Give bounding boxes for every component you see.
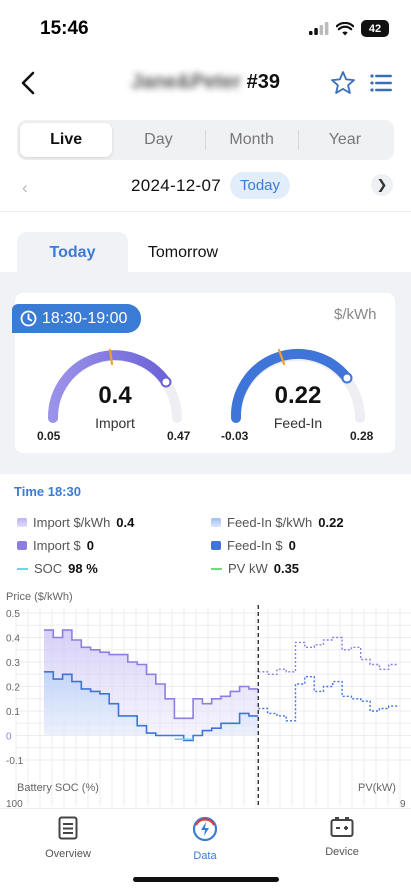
home-indicator (133, 877, 279, 882)
legend-import-rate: Import $/kWh 0.4 (17, 515, 134, 530)
nav-data[interactable]: Data (160, 816, 250, 862)
feed-in-max: 0.28 (350, 429, 374, 443)
import-rate-swatch (17, 518, 27, 527)
tab-live[interactable]: Live (20, 123, 113, 157)
y-tick-label: 0 (6, 732, 12, 743)
chart-plot (44, 605, 398, 810)
import-cost-swatch (17, 541, 27, 550)
pv-axis-label: PV(kW) (358, 782, 396, 794)
legend-import-cost: Import $ 0 (17, 538, 94, 553)
site-number: #39 (246, 71, 280, 93)
clock-icon (20, 310, 37, 327)
legend-pv-value: 0.35 (273, 561, 300, 576)
legend-feedin-rate: Feed-In $/kWh 0.22 (211, 515, 344, 530)
price-unit: $/kWh (334, 306, 377, 323)
device-battery-icon (330, 817, 354, 837)
legend-import-cost-label: Import $ (33, 538, 81, 553)
nav-device-label: Device (325, 846, 359, 858)
y-tick-label: 0.5 (6, 609, 20, 620)
pv-line-swatch (211, 567, 222, 570)
favorite-star-icon[interactable] (330, 70, 356, 96)
legend-soc: SOC 98 % (17, 561, 98, 576)
soc-line-swatch (17, 567, 28, 570)
import-max: 0.47 (167, 429, 191, 443)
legend-time: Time 18:30 (14, 484, 81, 499)
date-display[interactable]: 2024-12-07 (131, 176, 221, 196)
price-chart[interactable]: Price ($/kWh) 0.5 0.4 0.3 0.2 0.1 0 -0.1 Batte… (0, 585, 411, 810)
soc-axis-label: Battery SOC (%) (17, 782, 99, 794)
feed-in-price-value: 0.22 (274, 382, 322, 409)
range-tabs: Live Day Month Year (17, 120, 394, 160)
y-tick-label: 0.4 (6, 634, 20, 645)
legend-import-rate-label: Import $/kWh (33, 515, 111, 530)
legend-feedin-cost-value: 0 (288, 538, 296, 553)
nav-overview-label: Overview (45, 848, 91, 860)
legend-import-cost-value: 0 (86, 538, 94, 553)
tab-today[interactable]: Today (17, 232, 128, 273)
list-menu-icon[interactable] (370, 73, 392, 93)
nav-data-label: Data (193, 850, 217, 862)
legend-pv-label: PV kW (228, 561, 268, 576)
legend-import-rate-value: 0.4 (116, 515, 135, 530)
status-icons: 42 (309, 20, 389, 37)
divider (0, 211, 411, 212)
time-range-text: 18:30-19:00 (42, 309, 128, 327)
legend-feedin-rate-value: 0.22 (318, 515, 344, 530)
overview-icon (58, 816, 78, 840)
time-range-badge: 18:30-19:00 (12, 304, 142, 333)
nav-overview[interactable]: Overview (23, 816, 113, 860)
legend-feedin-cost: Feed-In $ 0 (211, 538, 296, 553)
status-time: 15:46 (40, 18, 89, 39)
feedin-cost-swatch (211, 541, 221, 550)
feedin-rate-swatch (211, 518, 221, 527)
legend-pv: PV kW 0.35 (211, 561, 299, 576)
battery-icon: 42 (361, 20, 389, 37)
feed-in-label: Feed-In (273, 415, 323, 431)
data-icon (192, 816, 218, 842)
previous-date-icon[interactable]: ‹ (22, 178, 28, 198)
chart-y-ticks: 0.5 0.4 0.3 0.2 0.1 0 -0.1 (6, 609, 24, 767)
wifi-icon (336, 21, 354, 35)
legend-feedin-cost-label: Feed-In $ (227, 538, 283, 553)
y-tick-label: 0.2 (6, 683, 20, 694)
tab-day[interactable]: Day (112, 123, 204, 157)
chart-ylabel: Price ($/kWh) (6, 591, 73, 603)
import-label: Import (95, 415, 135, 431)
feed-in-min: -0.03 (221, 429, 249, 443)
import-min: 0.05 (37, 429, 61, 443)
signal-icon (309, 22, 329, 35)
y-tick-label: 0.1 (6, 707, 20, 718)
site-name: Jane&Peter (131, 71, 242, 93)
legend-soc-value: 98 % (68, 561, 98, 576)
today-button[interactable]: Today (230, 172, 291, 199)
nav-device[interactable]: Device (297, 816, 387, 858)
tab-tomorrow[interactable]: Tomorrow (128, 232, 238, 273)
legend-soc-label: SOC (34, 561, 63, 576)
tab-month[interactable]: Month (206, 123, 298, 157)
import-price-value: 0.4 (98, 382, 132, 409)
tab-year[interactable]: Year (299, 123, 391, 157)
next-date-icon[interactable]: ❯ (371, 174, 393, 196)
y-tick-label: 0.3 (6, 658, 20, 669)
legend-feedin-rate-label: Feed-In $/kWh (227, 515, 313, 530)
y-tick-label: -0.1 (6, 756, 24, 767)
